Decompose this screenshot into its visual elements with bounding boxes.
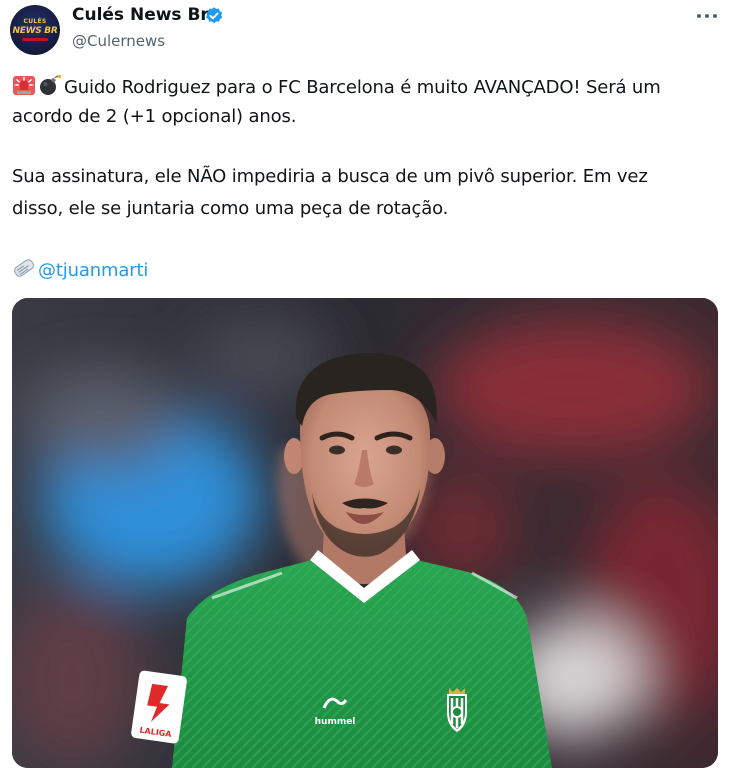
player-photo: LALIGA hummel (12, 298, 718, 768)
source-mention-link[interactable]: @tjuanmarti (38, 260, 148, 281)
avatar[interactable]: CULÉS NEWS BR (10, 5, 60, 55)
tweet-text-line-4: disso, ele se juntaria como uma peça de … (12, 198, 449, 219)
verified-badge-icon (206, 7, 223, 24)
hummel-text: hummel (315, 717, 356, 727)
author-name[interactable]: Culés News Br (72, 5, 209, 25)
avatar-logo-bar (22, 38, 48, 41)
tweet-text-1: Guido Rodriguez para o FC Barcelona é mu… (64, 77, 661, 98)
tweet-source-line: @tjuanmarti (12, 257, 148, 281)
newspaper-icon (14, 259, 34, 277)
author-handle[interactable]: @Culernews (72, 32, 165, 50)
tweet-text-line-3: Sua assinatura, ele NÃO impediria a busc… (12, 166, 648, 187)
more-options-icon[interactable] (694, 7, 720, 25)
siren-icon (13, 76, 35, 95)
bomb-icon (40, 74, 62, 95)
tweet-header: CULÉS NEWS BR Culés News Br @Culernews (0, 0, 733, 70)
tweet-text-line-2: acordo de 2 (+1 opcional) anos. (12, 106, 297, 127)
tweet-text-line-1: Guido Rodriguez para o FC Barcelona é mu… (12, 74, 661, 98)
avatar-logo-bottom: NEWS BR (12, 26, 58, 36)
avatar-logo-top: CULÉS (23, 18, 47, 25)
tweet-photo[interactable]: LALIGA hummel (12, 298, 718, 768)
